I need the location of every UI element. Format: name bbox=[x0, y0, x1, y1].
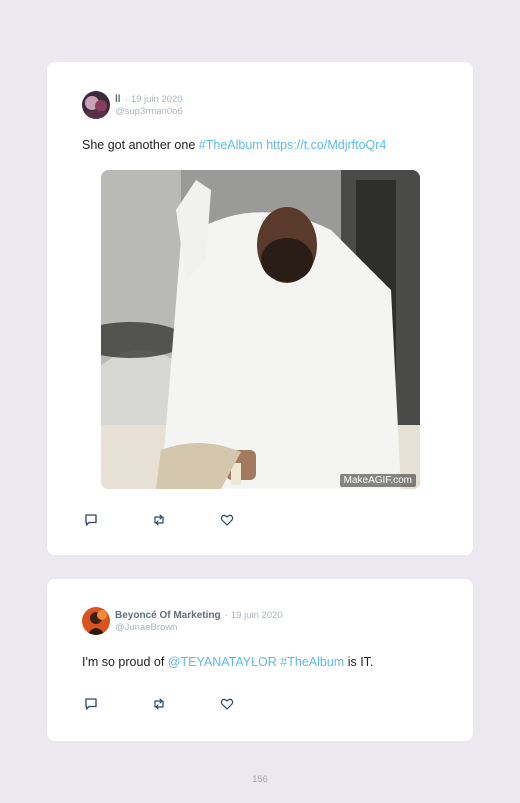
tweet-actions bbox=[84, 513, 288, 527]
media-watermark: MakeAGIF.com bbox=[339, 474, 416, 487]
tweet-actions bbox=[84, 697, 288, 711]
reply-icon[interactable] bbox=[84, 697, 98, 711]
tweet-meta: Beyoncé Of Marketing · 19 juin 2020 @Jun… bbox=[115, 610, 283, 634]
mention-link[interactable]: @TEYANATAYLOR bbox=[168, 655, 277, 669]
author-name[interactable]: Beyoncé Of Marketing bbox=[115, 610, 221, 621]
tweet-text: I'm so proud of @TEYANATAYLOR #TheAlbum … bbox=[82, 655, 373, 669]
gif-frame-image bbox=[101, 170, 420, 489]
tweet-text-plain: She got another one bbox=[82, 138, 196, 152]
author-handle[interactable]: @JunaeBrown bbox=[115, 622, 283, 634]
tweet-header: ll · 19 juin 2020 @sup3rmari0o6 bbox=[82, 91, 183, 119]
tweet-media-gif[interactable]: MakeAGIF.com bbox=[101, 170, 420, 489]
avatar[interactable] bbox=[82, 91, 110, 119]
hashtag-link[interactable]: #TheAlbum bbox=[199, 138, 263, 152]
avatar[interactable] bbox=[82, 607, 110, 635]
retweet-icon[interactable] bbox=[152, 513, 166, 527]
tweet-meta: ll · 19 juin 2020 @sup3rmari0o6 bbox=[115, 94, 183, 118]
tweet-card: Beyoncé Of Marketing · 19 juin 2020 @Jun… bbox=[47, 579, 473, 741]
like-icon[interactable] bbox=[220, 697, 234, 711]
reply-icon[interactable] bbox=[84, 513, 98, 527]
page-number: 156 bbox=[252, 774, 268, 785]
tweet-card: ll · 19 juin 2020 @sup3rmari0o6 She got … bbox=[47, 62, 473, 555]
url-link[interactable]: https://t.co/MdjrftoQr4 bbox=[266, 138, 386, 152]
author-handle[interactable]: @sup3rmari0o6 bbox=[115, 106, 183, 118]
tweet-header: Beyoncé Of Marketing · 19 juin 2020 @Jun… bbox=[82, 607, 283, 635]
author-name[interactable]: ll bbox=[115, 94, 121, 105]
tweet-date[interactable]: 19 juin 2020 bbox=[231, 610, 283, 621]
tweet-text-plain: I'm so proud of bbox=[82, 655, 165, 669]
like-icon[interactable] bbox=[220, 513, 234, 527]
tweet-text: She got another one #TheAlbum https://t.… bbox=[82, 138, 386, 152]
hashtag-link[interactable]: #TheAlbum bbox=[280, 655, 344, 669]
retweet-icon[interactable] bbox=[152, 697, 166, 711]
tweet-text-end: is IT. bbox=[347, 655, 374, 669]
tweet-date[interactable]: 19 juin 2020 bbox=[131, 94, 183, 105]
